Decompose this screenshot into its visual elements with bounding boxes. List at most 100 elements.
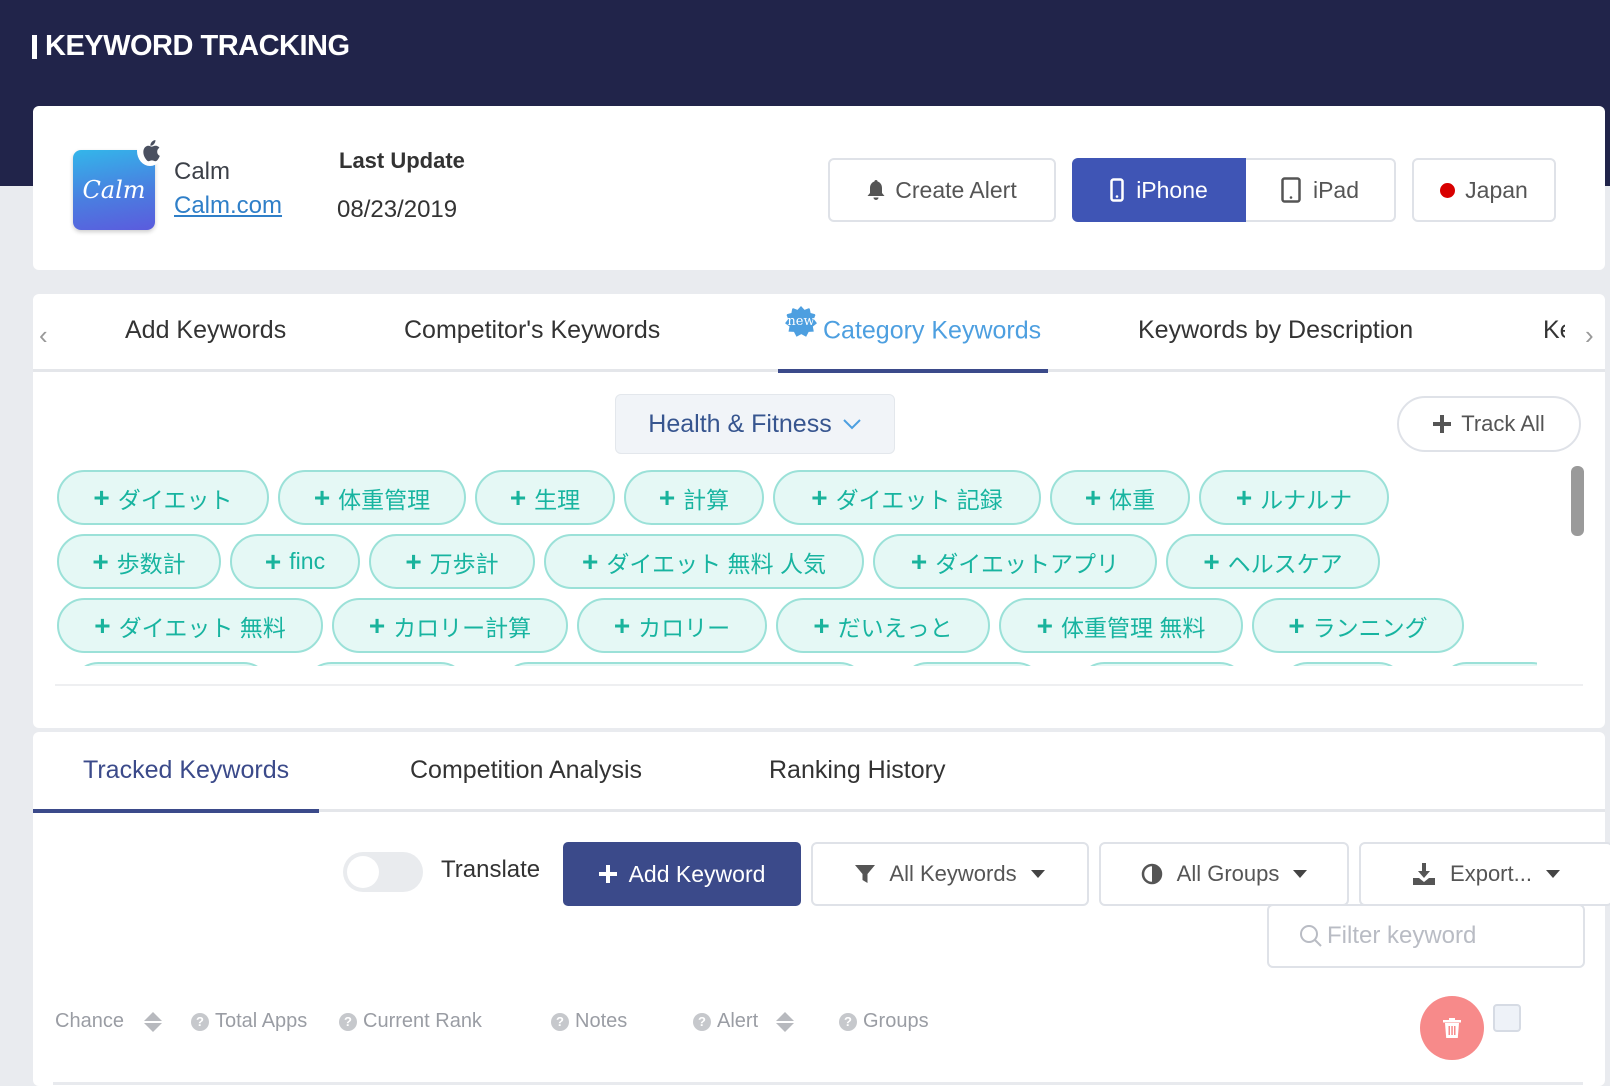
- column-current-rank-label: Current Rank: [363, 1010, 482, 1032]
- keyword-chip[interactable]: + ダイエット 記録: [773, 470, 1041, 525]
- app-icon-text: Calm: [82, 176, 146, 204]
- select-all-checkbox[interactable]: [1493, 1004, 1521, 1032]
- delete-button[interactable]: [1420, 996, 1484, 1060]
- column-total-apps[interactable]: ? Total Apps: [191, 1010, 307, 1033]
- tab-tracked-keywords[interactable]: Tracked Keywords: [83, 756, 289, 785]
- keyword-chip[interactable]: + ランニング: [1252, 598, 1464, 653]
- chip-row-2: + 歩数計 + finc + 万歩計 + ダイエット 無料 人気 + ダイエットアプリ +…: [57, 534, 1380, 589]
- caret-down-icon: [1030, 870, 1045, 878]
- column-current-rank[interactable]: ? Current Rank: [339, 1010, 482, 1033]
- tab-competition-analysis[interactable]: Competition Analysis: [410, 756, 642, 785]
- tab-add-keywords[interactable]: Add Keywords: [125, 316, 286, 345]
- country-selector[interactable]: Japan: [1412, 158, 1556, 222]
- keyword-chip[interactable]: + ルナルナ: [1199, 470, 1389, 525]
- keyword-chip[interactable]: + ダイエット 無料: [57, 598, 323, 653]
- keyword-chip[interactable]: [1439, 662, 1537, 666]
- all-groups-dropdown[interactable]: All Groups: [1099, 842, 1349, 906]
- toggle-knob: [347, 856, 379, 888]
- tabs-scroll-right-icon[interactable]: ›: [1585, 320, 1594, 351]
- chip-row-3: + ダイエット 無料 + カロリー計算 + カロリー + だいえっと + 体重管理 無料 …: [57, 598, 1464, 653]
- chip-label: ダイエット 記録: [835, 486, 1003, 513]
- help-icon[interactable]: ?: [693, 1012, 711, 1031]
- plus-icon: +: [313, 481, 331, 513]
- add-keyword-button[interactable]: Add Keyword: [563, 842, 801, 906]
- plus-icon: +: [94, 609, 111, 641]
- category-selected-label: Health & Fitness: [648, 409, 832, 438]
- active-tab-indicator: [33, 809, 319, 813]
- keyword-suggestions-card: ‹ Add Keywords Competitor's Keywords new…: [33, 294, 1605, 728]
- keyword-chip[interactable]: [304, 662, 468, 666]
- plus-icon: +: [1235, 481, 1253, 513]
- sort-icon[interactable]: [143, 1011, 162, 1032]
- column-notes[interactable]: ? Notes: [551, 1010, 627, 1033]
- keyword-chip[interactable]: [900, 662, 1044, 666]
- column-alert[interactable]: ? Alert: [693, 1010, 795, 1033]
- tabs-scroll-left-icon[interactable]: ‹: [39, 320, 48, 351]
- tab-keywords-by-description[interactable]: Keywords by Description: [1138, 316, 1413, 345]
- keyword-chip[interactable]: + 体重: [1050, 470, 1190, 525]
- tab-category-keywords[interactable]: new Category Keywords: [785, 306, 1041, 348]
- keyword-chip[interactable]: + ダイエット: [57, 470, 269, 525]
- chip-label: 計算: [683, 486, 730, 513]
- keyword-chip[interactable]: + 歩数計: [57, 534, 221, 589]
- keyword-chip[interactable]: + カロリー: [577, 598, 767, 653]
- create-alert-button[interactable]: Create Alert: [828, 158, 1056, 222]
- plus-icon: +: [1036, 609, 1053, 641]
- device-iphone-button[interactable]: iPhone: [1072, 158, 1246, 222]
- filter-placeholder: Filter keyword: [1327, 922, 1477, 949]
- device-ipad-button[interactable]: iPad: [1246, 158, 1396, 222]
- plus-icon: +: [92, 545, 109, 577]
- plus-icon: +: [1084, 481, 1102, 513]
- last-update-value: 08/23/2019: [337, 196, 458, 223]
- chips-scrollbar[interactable]: [1571, 466, 1584, 536]
- plus-icon: [1433, 415, 1452, 433]
- keyword-chip[interactable]: + 体重管理: [278, 470, 466, 525]
- keyword-chip[interactable]: [1077, 662, 1247, 666]
- keyword-chip[interactable]: + だいえっと: [776, 598, 990, 653]
- help-icon[interactable]: ?: [551, 1012, 569, 1031]
- help-icon[interactable]: ?: [839, 1012, 857, 1031]
- column-chance[interactable]: Chance: [55, 1010, 162, 1033]
- download-icon: [1413, 863, 1436, 885]
- keyword-chip[interactable]: + ダイエットアプリ: [873, 534, 1157, 589]
- chip-label: 生理: [534, 486, 581, 513]
- keyword-chip[interactable]: + ダイエット 無料 人気: [544, 534, 864, 589]
- chip-label: 体重管理: [338, 486, 431, 513]
- chip-label: ダイエット 無料 人気: [606, 550, 826, 577]
- tab-ranking-history[interactable]: Ranking History: [769, 756, 945, 785]
- keyword-chip[interactable]: + 計算: [624, 470, 764, 525]
- keyword-chip[interactable]: [1280, 662, 1406, 666]
- tab-competitors-keywords[interactable]: Competitor's Keywords: [404, 316, 660, 345]
- sort-icon[interactable]: [776, 1011, 795, 1032]
- column-alert-label: Alert: [717, 1010, 759, 1032]
- keyword-chip[interactable]: + 生理: [475, 470, 615, 525]
- developer-link[interactable]: Calm.com: [174, 192, 282, 220]
- chip-label: カロリー: [638, 614, 731, 641]
- column-groups[interactable]: ? Groups: [839, 1010, 929, 1033]
- keyword-chip[interactable]: + 体重管理 無料: [999, 598, 1243, 653]
- all-keywords-dropdown[interactable]: All Keywords: [811, 842, 1089, 906]
- tab-more-truncated[interactable]: Ke: [1543, 316, 1565, 345]
- chip-label: カロリー計算: [393, 614, 532, 641]
- keyword-chip[interactable]: + 万歩計: [369, 534, 535, 589]
- ipad-label: iPad: [1312, 176, 1360, 203]
- keyword-chips-list: + ダイエット + 体重管理 + 生理 + 計算 + ダイエット 記録 + 体重 + ルナルナ…: [57, 470, 1537, 666]
- plus-icon: +: [813, 609, 830, 641]
- table-divider: [53, 1082, 1583, 1085]
- app-name: Calm: [174, 158, 231, 185]
- column-total-apps-label: Total Apps: [215, 1010, 308, 1032]
- track-all-button[interactable]: Track All: [1397, 396, 1581, 452]
- keyword-chip[interactable]: + finc: [230, 534, 360, 589]
- translate-toggle[interactable]: [343, 852, 423, 892]
- caret-down-icon: [1293, 870, 1308, 878]
- help-icon[interactable]: ?: [339, 1012, 357, 1031]
- keyword-chip[interactable]: + カロリー計算: [332, 598, 568, 653]
- export-dropdown[interactable]: Export...: [1359, 842, 1610, 906]
- keyword-chip[interactable]: [71, 662, 271, 666]
- column-chance-label: Chance: [55, 1010, 124, 1032]
- keyword-chip[interactable]: + ヘルスケア: [1166, 534, 1380, 589]
- category-dropdown[interactable]: Health & Fitness: [615, 394, 895, 454]
- keyword-chip[interactable]: [501, 662, 867, 666]
- help-icon[interactable]: ?: [191, 1012, 209, 1031]
- filter-keyword-input[interactable]: Filter keyword: [1267, 904, 1585, 968]
